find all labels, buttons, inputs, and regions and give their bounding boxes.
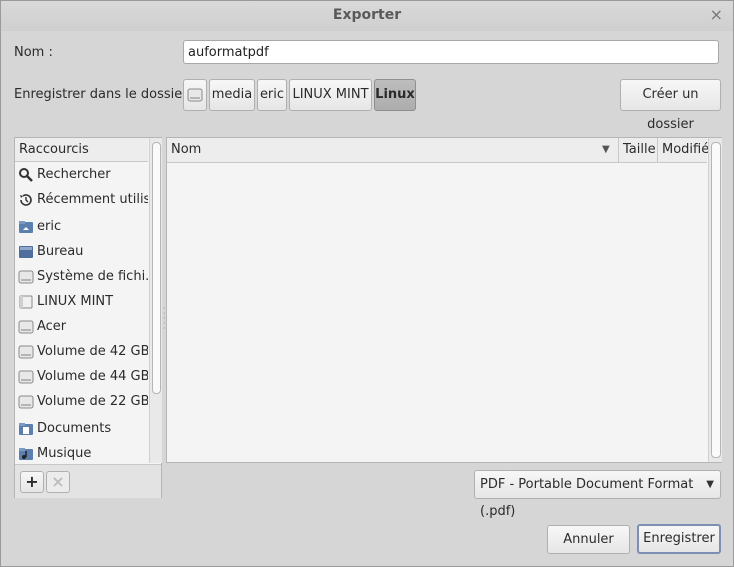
filetype-value: PDF - Portable Document Format (.pdf) (480, 477, 694, 519)
column-name[interactable]: Nom (167, 138, 618, 162)
home-folder-icon (19, 221, 33, 233)
sidebar-item-linux-mint[interactable]: LINUX MINT (15, 290, 148, 314)
path-button-drive[interactable] (183, 79, 207, 111)
sidebar-item-musique[interactable]: Musique (15, 442, 148, 463)
sidebar-item-label: Volume de 42 GB (37, 344, 148, 359)
path-button-linux-mint[interactable]: LINUX MINT (289, 79, 372, 111)
music-folder-icon (19, 448, 33, 460)
file-list-scrollbar[interactable] (708, 138, 722, 462)
file-list-scrollbar-thumb[interactable] (711, 142, 721, 458)
drive-icon (18, 345, 34, 359)
title-bar: Exporter × (1, 1, 733, 31)
recent-icon (20, 194, 32, 206)
sidebar-item-label: Musique (37, 446, 92, 461)
column-modified[interactable]: Modifié (657, 138, 709, 162)
sidebar-item-systeme[interactable]: Système de fichi... (15, 265, 148, 289)
documents-folder-icon (19, 423, 33, 435)
sidebar-item-label: Volume de 44 GB (37, 369, 148, 384)
sidebar-scrollbar-thumb[interactable] (152, 142, 161, 394)
filename-input[interactable] (183, 40, 719, 64)
desktop-icon (19, 246, 33, 258)
search-icon (19, 168, 33, 182)
export-dialog: Exporter × Nom : Enregistrer dans le dos… (0, 0, 734, 567)
cancel-button[interactable]: Annuler (547, 525, 630, 554)
sidebar-item-rechercher[interactable]: Rechercher (15, 163, 148, 187)
places-sidebar: Raccourcis Rechercher Récemment utilis..… (14, 137, 162, 498)
sidebar-item-volume-42[interactable]: Volume de 42 GB (15, 340, 148, 364)
name-label: Nom : (14, 45, 53, 60)
sort-arrow-icon: ▼ (602, 144, 610, 155)
drive-icon (18, 370, 34, 384)
sidebar-toolbar: + × (15, 464, 161, 498)
sidebar-item-eric[interactable]: eric (15, 215, 148, 239)
drive-icon (19, 295, 33, 309)
dialog-title: Exporter (332, 7, 402, 23)
file-list: Nom ▼ Taille Modifié (166, 137, 722, 463)
sidebar-item-documents[interactable]: Documents (15, 417, 148, 441)
sidebar-item-label: LINUX MINT (37, 294, 114, 309)
drive-icon (18, 320, 34, 334)
sidebar-scrollbar[interactable] (149, 138, 162, 463)
sidebar-header: Raccourcis (15, 138, 148, 162)
drive-icon (18, 270, 34, 284)
pane-resize-grip[interactable]: · · · · · (163, 305, 166, 333)
drive-icon (187, 88, 203, 102)
sidebar-item-label: Acer (37, 319, 67, 334)
sidebar-item-bureau[interactable]: Bureau (15, 240, 148, 264)
sidebar-item-volume-44[interactable]: Volume de 44 GB (15, 365, 148, 389)
path-button-linux[interactable]: Linux (374, 79, 416, 111)
create-folder-button[interactable]: Créer un dossier (620, 79, 721, 132)
filetype-select[interactable]: PDF - Portable Document Format (.pdf) ▼ (474, 470, 721, 519)
sidebar-item-label: Système de fichi... (37, 269, 148, 284)
folder-label: Enregistrer dans le dossier : (14, 87, 197, 102)
path-button-eric[interactable]: eric (257, 79, 287, 111)
path-button-media[interactable]: media (209, 79, 255, 111)
chevron-down-icon: ▼ (706, 479, 714, 490)
save-button[interactable]: Enregistrer (637, 524, 721, 554)
file-list-header: Nom ▼ Taille Modifié (167, 138, 709, 163)
remove-bookmark-button[interactable]: × (46, 471, 70, 493)
sidebar-item-label: Volume de 22 GB (37, 394, 148, 409)
places-list: Rechercher Récemment utilis... eric Bure… (15, 163, 148, 463)
add-bookmark-button[interactable]: + (20, 471, 44, 493)
sidebar-item-acer[interactable]: Acer (15, 315, 148, 339)
drive-icon (18, 395, 34, 409)
sidebar-item-label: eric (37, 219, 62, 234)
sidebar-item-label: Rechercher (37, 167, 111, 182)
sidebar-item-recent[interactable]: Récemment utilis... (15, 188, 148, 212)
close-icon[interactable]: × (710, 5, 723, 24)
sidebar-item-volume-22[interactable]: Volume de 22 GB (15, 390, 148, 414)
sidebar-item-label: Bureau (37, 244, 84, 259)
sidebar-item-label: Récemment utilis... (37, 192, 148, 207)
sidebar-item-label: Documents (37, 421, 112, 436)
column-size[interactable]: Taille (618, 138, 657, 162)
